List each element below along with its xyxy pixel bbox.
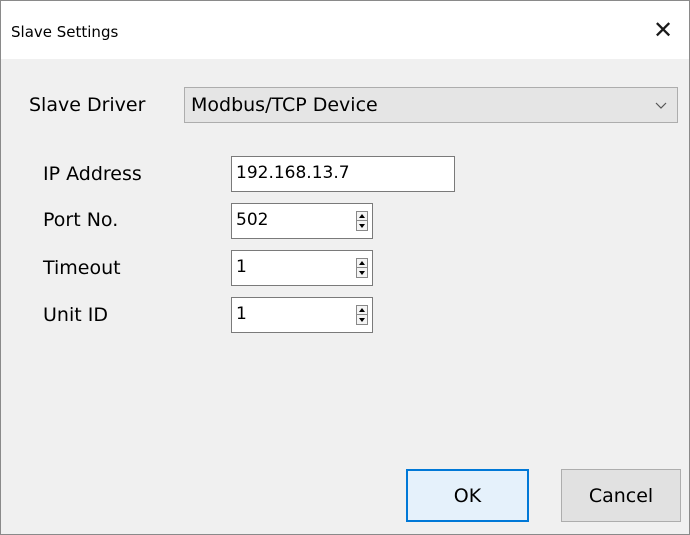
port-no-up-button[interactable] <box>356 211 368 221</box>
port-no-spinner <box>352 204 372 238</box>
unit-id-stepper[interactable]: 1 <box>231 297 373 333</box>
timeout-label: Timeout <box>43 257 121 279</box>
unit-id-value: 1 <box>236 304 247 324</box>
port-no-down-button[interactable] <box>356 221 368 231</box>
window-title: Slave Settings <box>11 23 119 41</box>
arrow-down-icon <box>359 270 365 275</box>
timeout-up-button[interactable] <box>356 258 368 268</box>
slave-driver-label: Slave Driver <box>29 94 146 116</box>
ok-button[interactable]: OK <box>406 469 529 522</box>
arrow-up-icon <box>359 214 365 218</box>
ip-address-value: 192.168.13.7 <box>236 163 350 183</box>
ip-address-field[interactable]: 192.168.13.7 <box>231 156 455 192</box>
timeout-down-button[interactable] <box>356 268 368 278</box>
slave-driver-dropdown[interactable]: Modbus/TCP Device <box>184 87 678 123</box>
arrow-up-icon <box>359 308 365 312</box>
ip-address-label: IP Address <box>43 163 142 185</box>
arrow-down-icon <box>359 317 365 322</box>
unit-id-down-button[interactable] <box>356 315 368 325</box>
close-button[interactable]: ✕ <box>637 1 689 59</box>
port-no-stepper[interactable]: 502 <box>231 203 373 239</box>
unit-id-up-button[interactable] <box>356 305 368 315</box>
title-bar: Slave Settings ✕ <box>1 1 689 59</box>
cancel-button[interactable]: Cancel <box>561 469 681 522</box>
unit-id-spinner <box>352 298 372 332</box>
port-no-label: Port No. <box>43 209 119 231</box>
timeout-value: 1 <box>236 257 247 277</box>
unit-id-label: Unit ID <box>43 304 108 326</box>
arrow-up-icon <box>359 261 365 265</box>
close-icon: ✕ <box>652 16 674 44</box>
chevron-down-icon <box>655 102 667 109</box>
timeout-stepper[interactable]: 1 <box>231 250 373 286</box>
timeout-spinner <box>352 251 372 285</box>
slave-settings-dialog: Slave Settings ✕ Slave Driver Modbus/TCP… <box>0 0 690 535</box>
slave-driver-value: Modbus/TCP Device <box>191 94 378 116</box>
port-no-value: 502 <box>236 210 269 230</box>
arrow-down-icon <box>359 223 365 228</box>
